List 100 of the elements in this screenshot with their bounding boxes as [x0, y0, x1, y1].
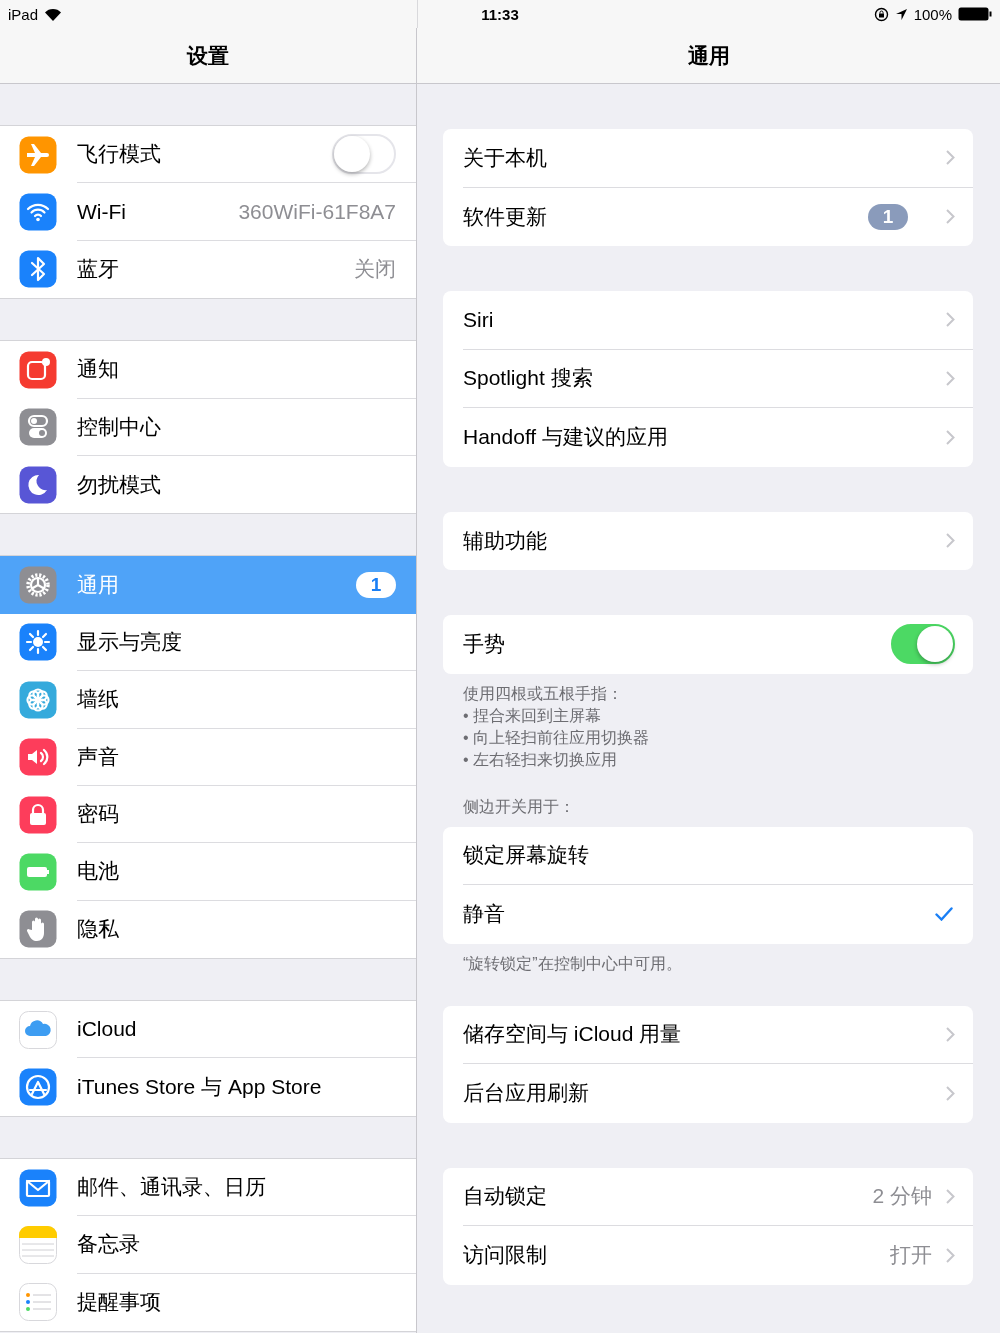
chevron-icon	[946, 1026, 955, 1042]
settings-item[interactable]: 勿扰模式	[0, 455, 416, 514]
chevron-icon	[946, 209, 955, 225]
settings-item[interactable]: 备忘录	[0, 1216, 416, 1274]
settings-item[interactable]: 蓝牙 关闭	[0, 240, 416, 299]
chevron-icon	[946, 1085, 955, 1101]
footnote-text: • 左右轻扫来切换应用	[463, 749, 619, 770]
item-label: 通用	[77, 572, 120, 599]
settings-row[interactable]: 手势	[443, 615, 973, 674]
row-label: 储存空间与 iCloud 用量	[463, 1021, 683, 1048]
cloud-icon	[19, 1010, 57, 1049]
settings-item[interactable]: 邮件、通讯录、日历	[0, 1158, 416, 1217]
row-label: 关于本机	[463, 144, 548, 171]
settings-item[interactable]: 飞行模式	[0, 126, 416, 184]
flower-icon	[19, 680, 57, 719]
list-icon	[19, 1283, 57, 1322]
row-label: 手势	[463, 631, 506, 658]
footnote-text: 使用四根或五根手指：	[463, 683, 624, 704]
rotation-lock-icon	[873, 6, 889, 22]
hand-icon	[19, 910, 57, 949]
settings-row[interactable]: 储存空间与 iCloud 用量	[443, 1005, 973, 1064]
settings-row[interactable]: 后台应用刷新	[443, 1064, 973, 1123]
chevron-icon	[946, 370, 955, 386]
notification-icon	[19, 350, 57, 389]
row-value: 打开	[890, 1242, 932, 1269]
row-label: 自动锁定	[463, 1183, 548, 1210]
row-value: 2 分钟	[872, 1183, 932, 1210]
row-label: Handoff 与建议的应用	[463, 424, 669, 451]
row-label: Siri	[463, 307, 495, 332]
row-label: 锁定屏幕旋转	[463, 842, 590, 869]
item-label: 密码	[77, 801, 120, 828]
wifi-icon	[44, 7, 63, 21]
settings-item[interactable]: 密码	[0, 785, 416, 844]
settings-item[interactable]: 提醒事项	[0, 1273, 416, 1332]
row-label: 后台应用刷新	[463, 1080, 590, 1107]
device-name: iPad	[8, 5, 39, 23]
airplane-icon	[19, 135, 57, 174]
speaker-icon	[19, 738, 57, 777]
wifi-icon	[19, 193, 57, 232]
settings-item[interactable]: 通用 1	[0, 556, 416, 614]
settings-item[interactable]: 电池	[0, 843, 416, 901]
envelope-icon	[19, 1168, 57, 1207]
moon-icon	[19, 465, 57, 504]
settings-item[interactable]: iCloud	[0, 1001, 416, 1059]
toggle-switch[interactable]	[891, 624, 955, 665]
item-label: 隐私	[77, 916, 120, 943]
settings-row[interactable]: 辅助功能	[443, 511, 973, 570]
settings-row[interactable]: 自动锁定 2 分钟	[443, 1167, 973, 1226]
item-label: 飞行模式	[77, 141, 162, 168]
item-label: 提醒事项	[77, 1289, 162, 1316]
settings-row[interactable]: 锁定屏幕旋转	[443, 826, 973, 885]
location-arrow-icon	[894, 7, 908, 21]
item-value: 360WiFi-61F8A7	[238, 199, 396, 224]
item-label: 备忘录	[77, 1231, 141, 1258]
item-label: iCloud	[77, 1017, 138, 1042]
footnote-text: • 向上轻扫前往应用切换器	[463, 727, 651, 748]
chevron-icon	[946, 312, 955, 328]
item-label: 墙纸	[77, 686, 120, 713]
section-header: 侧边开关用于：	[463, 796, 576, 817]
chevron-icon	[946, 429, 955, 445]
chevron-icon	[946, 1188, 955, 1204]
settings-item[interactable]: 通知	[0, 341, 416, 399]
settings-item[interactable]: 声音	[0, 728, 416, 786]
settings-row[interactable]: 关于本机	[443, 129, 973, 188]
sun-icon	[19, 623, 57, 662]
item-label: 电池	[77, 858, 120, 885]
nav-title: 通用	[687, 42, 730, 69]
count-badge: 1	[868, 203, 908, 230]
chevron-icon	[946, 1247, 955, 1263]
settings-row[interactable]: 软件更新 1	[443, 187, 973, 246]
settings-item[interactable]: iTunes Store 与 App Store	[0, 1058, 416, 1116]
settings-row[interactable]: 访问限制 打开	[443, 1226, 973, 1285]
bluetooth-icon	[19, 250, 57, 289]
item-label: iTunes Store 与 App Store	[77, 1074, 323, 1101]
settings-item[interactable]: 控制中心	[0, 398, 416, 456]
settings-row[interactable]: Handoff 与建议的应用	[443, 408, 973, 467]
item-label: 声音	[77, 743, 120, 770]
clock: 11:33	[481, 5, 519, 23]
settings-item[interactable]: 显示与亮度	[0, 613, 416, 672]
settings-row[interactable]: 静音	[443, 885, 973, 944]
chevron-icon	[946, 533, 955, 549]
item-label: Wi-Fi	[77, 199, 127, 224]
notepad-icon	[19, 1225, 57, 1264]
lock-icon	[19, 795, 57, 834]
settings-item[interactable]: Wi-Fi 360WiFi-61F8A7	[0, 183, 416, 241]
battery-percent: 100%	[913, 5, 952, 23]
chevron-icon	[946, 150, 955, 166]
footnote-text: “旋转锁定”在控制中心中可用。	[463, 953, 683, 974]
footnote-text: • 捏合来回到主屏幕	[463, 705, 603, 726]
row-label: 软件更新	[463, 203, 548, 230]
row-label: Spotlight 搜索	[463, 365, 594, 392]
settings-row[interactable]: Siri	[443, 291, 973, 350]
item-label: 通知	[77, 356, 120, 383]
row-label: 静音	[463, 901, 506, 928]
row-label: 访问限制	[463, 1242, 548, 1269]
settings-item[interactable]: 隐私	[0, 900, 416, 959]
item-label: 勿扰模式	[77, 471, 162, 498]
settings-row[interactable]: Spotlight 搜索	[443, 349, 973, 408]
switches-icon	[19, 408, 57, 447]
settings-item[interactable]: 墙纸	[0, 671, 416, 729]
